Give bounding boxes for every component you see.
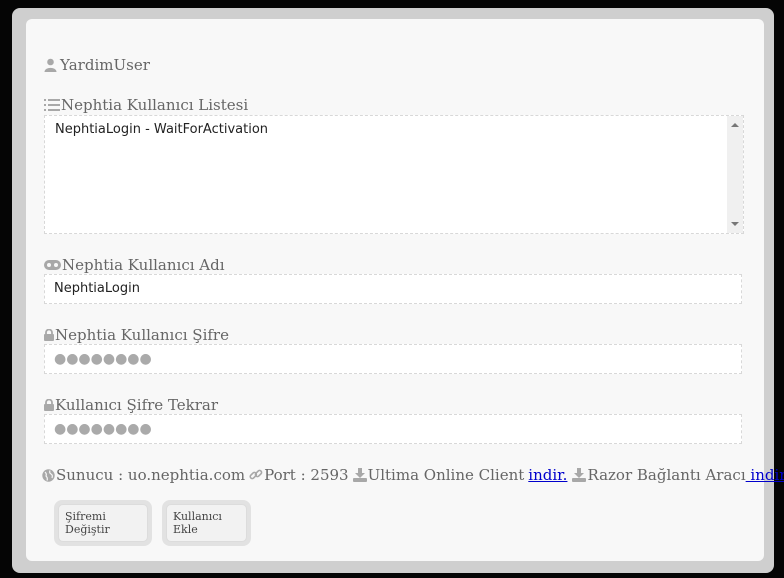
client-text: Ultima Online Client: [367, 466, 525, 484]
listbox-scrollbar[interactable]: [727, 116, 743, 233]
password-repeat-value: ●●●●●●●●: [54, 421, 152, 437]
download-icon: [572, 468, 587, 482]
port-text: Port : 2593: [264, 466, 349, 484]
user-listbox[interactable]: NephtiaLogin - WaitForActivation: [44, 115, 744, 234]
scroll-up-arrow-icon[interactable]: [731, 123, 739, 127]
download-icon: [352, 468, 367, 482]
password-repeat-label: Kullanıcı Şifre Tekrar: [44, 396, 218, 414]
client-download-link[interactable]: indir.: [528, 466, 567, 484]
user-name: YardimUser: [60, 56, 150, 74]
username-label: Nephtia Kullanıcı Adı: [44, 256, 225, 274]
username-value: NephtiaLogin: [54, 281, 140, 296]
password-repeat-field[interactable]: ●●●●●●●●: [44, 414, 742, 444]
lock-icon: [44, 329, 54, 341]
gamepad-icon: [44, 260, 61, 270]
globe-icon: [42, 468, 55, 482]
add-user-button-wrap: Kullanıcı Ekle: [162, 500, 251, 546]
list-item[interactable]: NephtiaLogin - WaitForActivation: [55, 122, 268, 137]
server-info: Sunucu : uo.nephtia.com Port : 2593 Ulti…: [42, 466, 784, 484]
user-list-label-text: Nephtia Kullanıcı Listesi: [61, 96, 249, 114]
user-list-label: Nephtia Kullanıcı Listesi: [44, 96, 248, 114]
change-password-button[interactable]: Şifremi Değiştir: [58, 504, 148, 542]
scroll-down-arrow-icon[interactable]: [731, 222, 739, 226]
lock-icon: [44, 399, 54, 411]
password-field[interactable]: ●●●●●●●●: [44, 344, 742, 374]
change-password-button-wrap: Şifremi Değiştir: [54, 500, 152, 546]
username-label-text: Nephtia Kullanıcı Adı: [62, 256, 225, 274]
password-label: Nephtia Kullanıcı Şifre: [44, 326, 229, 344]
password-repeat-label-text: Kullanıcı Şifre Tekrar: [55, 396, 219, 414]
password-value: ●●●●●●●●: [54, 351, 152, 367]
razor-download-link[interactable]: indir.: [746, 466, 784, 484]
server-text: Sunucu : uo.nephtia.com: [56, 466, 246, 484]
user-icon: [44, 58, 57, 72]
current-user: YardimUser: [44, 56, 150, 74]
list-icon: [44, 99, 60, 111]
add-user-button[interactable]: Kullanıcı Ekle: [166, 504, 247, 542]
razor-text: Razor Bağlantı Aracı: [587, 466, 746, 484]
username-field[interactable]: NephtiaLogin: [44, 274, 742, 304]
password-label-text: Nephtia Kullanıcı Şifre: [55, 326, 229, 344]
link-icon: [249, 468, 263, 482]
